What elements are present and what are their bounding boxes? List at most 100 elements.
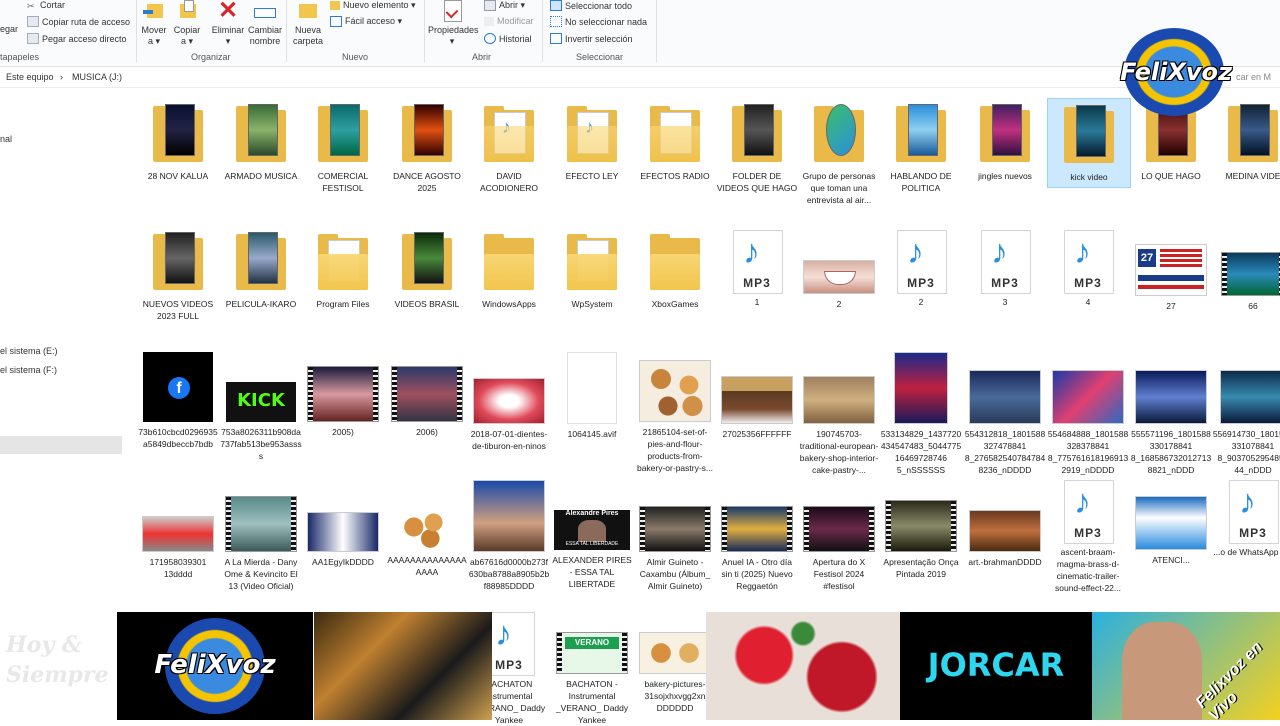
folder-item[interactable]: WpSystem <box>551 232 633 310</box>
folder-icon <box>650 104 700 166</box>
move-to-button[interactable]: Mover a ▾ <box>140 0 168 47</box>
mp3-file-item[interactable]: ♪ MP3 ascent-braam-magma-brass-d-cinemati… <box>1047 480 1129 594</box>
edit-button[interactable]: Modificar <box>484 16 534 26</box>
folder-item[interactable]: NUEVOS VIDEOS 2023 FULL <box>137 232 219 322</box>
paste-button[interactable]: egar <box>0 24 18 34</box>
image-file-item[interactable]: 555571196_1801588330178841 8_16858673201… <box>1130 352 1212 476</box>
folder-item[interactable]: FOLDER DE VIDEOS QUE HAGO <box>716 104 798 194</box>
mp3-file-item[interactable]: ♪ MP3 2 <box>880 230 962 308</box>
video-file-item[interactable]: Anuel IA - Otro día sin ti (2025) Nuevo … <box>716 480 798 592</box>
video-thumbnail <box>307 366 379 422</box>
folder-icon <box>484 232 534 294</box>
folder-item[interactable]: XboxGames <box>634 232 716 310</box>
item-label: ARMADO MUSICA <box>224 171 298 181</box>
copy-to-button[interactable]: Copiar a ▾ <box>172 0 202 47</box>
video-file-item[interactable]: A La Mierda - Dany Ome & Kevincito El 13… <box>220 480 302 592</box>
edit-icon <box>484 16 494 26</box>
folder-item[interactable]: WindowsApps <box>468 232 550 310</box>
history-button[interactable]: Historial <box>484 33 532 44</box>
nav-item-drive-f[interactable]: el sistema (F:) <box>0 365 57 375</box>
folder-item[interactable]: ♪ DAVID ACODIONERO <box>468 104 550 194</box>
new-folder-icon <box>297 0 319 22</box>
select-none-button[interactable]: No seleccionar nada <box>550 16 647 27</box>
mp3-file-item[interactable]: ♪ MP3 1 <box>716 230 798 308</box>
video-thumbnail <box>391 366 463 422</box>
image-file-item[interactable]: KICK 753a8026311b908da737fab513be953asss… <box>220 352 302 462</box>
image-file-item[interactable]: AA1EgyIkDDDD <box>302 480 384 568</box>
new-item-button[interactable]: Nuevo elemento ▾ <box>330 0 416 11</box>
image-file-item[interactable]: art.-brahmanDDDD <box>964 480 1046 568</box>
image-file-item[interactable]: 190745703-traditional-european-bakery-sh… <box>798 352 880 476</box>
mp3-file-item[interactable]: ♪ MP3 3 <box>964 230 1046 308</box>
folder-item[interactable]: 28 NOV KALUA <box>137 104 219 182</box>
nav-item-partial[interactable]: nal <box>0 134 12 144</box>
video-file-item[interactable]: VERANO BACHATON - Instrumental _VERANO_ … <box>551 612 633 726</box>
item-label: LO QUE HAGO <box>1141 171 1201 181</box>
nav-item-drive-e[interactable]: el sistema (E:) <box>0 346 58 356</box>
image-file-item[interactable]: 2018-07-01-dientes-de-tiburon-en-ninos <box>468 352 550 452</box>
video-file-item[interactable]: 66 <box>1212 230 1280 312</box>
bakery-pictures-thumbnail <box>639 632 711 674</box>
new-folder-button[interactable]: Nueva carpeta <box>292 0 324 47</box>
easy-access-button[interactable]: Fácil acceso ▾ <box>330 16 402 27</box>
video-file-item[interactable]: Apresentação Onça Pintada 2019 <box>880 480 962 580</box>
invert-selection-label: Invertir selección <box>565 33 633 44</box>
image-file-item[interactable]: ATENCI... <box>1130 480 1212 566</box>
video-file-item[interactable]: Apertura do X Festisol 2024 #festisol <box>798 480 880 592</box>
mp3-file-item[interactable]: ♪ MP3 4 <box>1047 230 1129 308</box>
properties-button[interactable]: Propiedades ▾ <box>428 0 479 47</box>
item-label: 2006) <box>416 427 438 437</box>
paste-shortcut-button[interactable]: Pegar acceso directo <box>27 33 127 44</box>
breadcrumb-this-pc[interactable]: Este equipo <box>6 72 54 82</box>
video-file-item[interactable]: Almir Guineto - Caxambu (Álbum_ Almir Gu… <box>634 480 716 592</box>
new-folder-sub: carpeta <box>292 36 324 46</box>
image-file-item[interactable]: 21865104-set-of-pies-and-flour-products-… <box>634 352 716 474</box>
facebook-thumbnail: f <box>143 352 213 422</box>
breadcrumb-drive[interactable]: MUSICA (J:) <box>72 72 122 82</box>
folder-item[interactable]: COMERCIAL FESTISOL <box>302 104 384 194</box>
image-file-item[interactable]: 554312818_1801588327478841 8_27658254078… <box>964 352 1046 476</box>
open-button[interactable]: Abrir ▾ <box>484 0 525 11</box>
file-item[interactable]: 1064145.avif <box>551 352 633 440</box>
folder-item[interactable]: PELICULA-IKARO <box>220 232 302 310</box>
invert-selection-button[interactable]: Invertir selección <box>550 33 633 44</box>
divider <box>286 0 287 62</box>
address-bar[interactable]: Este equipo › MUSICA (J:) car en M <box>0 67 1280 88</box>
mp3-file-item[interactable]: ♪MP3 ...o de WhatsApp 2... <box>1212 480 1280 558</box>
folder-item[interactable]: ARMADO MUSICA <box>220 104 302 182</box>
copy-to-label: Copiar <box>173 25 201 35</box>
folder-item[interactable]: jingles nuevos <box>964 104 1046 182</box>
image-file-item[interactable]: 554684888_1801588328378841 8_77576161819… <box>1047 352 1129 476</box>
video-file-item[interactable]: 2005) <box>302 352 384 438</box>
image-file-item[interactable]: 556914730_1801588331078841 8_90370529548… <box>1212 352 1280 476</box>
image-file-item[interactable]: AAAAAAAAAAAAAAAAAA <box>386 480 468 578</box>
copy-path-icon <box>27 16 39 27</box>
image-file-item[interactable]: ab67616d0000b273f630ba8788a8905b2bf88985… <box>468 480 550 592</box>
folder-item[interactable]: DANCE AGOSTO 2025 <box>386 104 468 194</box>
new-item-label: Nuevo elemento ▾ <box>343 0 416 10</box>
copy-path-button[interactable]: Copiar ruta de acceso <box>27 16 130 27</box>
image-file-item[interactable]: 27025356FFFFFF <box>716 352 798 440</box>
folder-item[interactable]: VIDEOS BRASIL <box>386 232 468 310</box>
folder-item[interactable]: Grupo de personas que toman una entrevis… <box>798 104 880 206</box>
folder-icon: ♪ <box>567 104 617 166</box>
image-file-item[interactable]: f 73b610cbcd0296935a5849dbeccb7bdb <box>137 352 219 450</box>
image-file-item[interactable]: Alexandre Pires ESSA TAL LIBERDADE ALEXA… <box>551 480 633 590</box>
folder-item[interactable]: HABLANDO DE POLITICA <box>880 104 962 194</box>
cut-button[interactable]: ✂ Cortar <box>27 0 65 11</box>
folder-item[interactable]: Program Files <box>302 232 384 310</box>
pies-thumbnail <box>639 360 711 422</box>
folder-item[interactable]: ♪ EFECTO LEY <box>551 104 633 182</box>
image-file-item[interactable]: 2 <box>798 230 880 310</box>
select-all-button[interactable]: Seleccionar todo <box>550 0 632 11</box>
image-file-item[interactable]: bakery-pictures-31sojxhxvgg2xn DDDDDD <box>634 612 716 714</box>
rename-button[interactable]: Cambiar nombre <box>248 0 282 47</box>
image-file-item[interactable]: 27 27 <box>1130 230 1212 312</box>
nav-item-highlighted[interactable] <box>0 436 122 454</box>
image-file-item[interactable]: 171958039301 13dddd <box>137 480 219 580</box>
video-file-item[interactable]: 2006) <box>386 352 468 438</box>
delete-button[interactable]: ✕ Eliminar ▾ <box>210 0 246 47</box>
image-file-item[interactable]: 533134829_1437720434547483_5044775164697… <box>880 352 962 476</box>
folder-item[interactable]: EFECTOS RADIO <box>634 104 716 182</box>
divider <box>424 0 425 62</box>
